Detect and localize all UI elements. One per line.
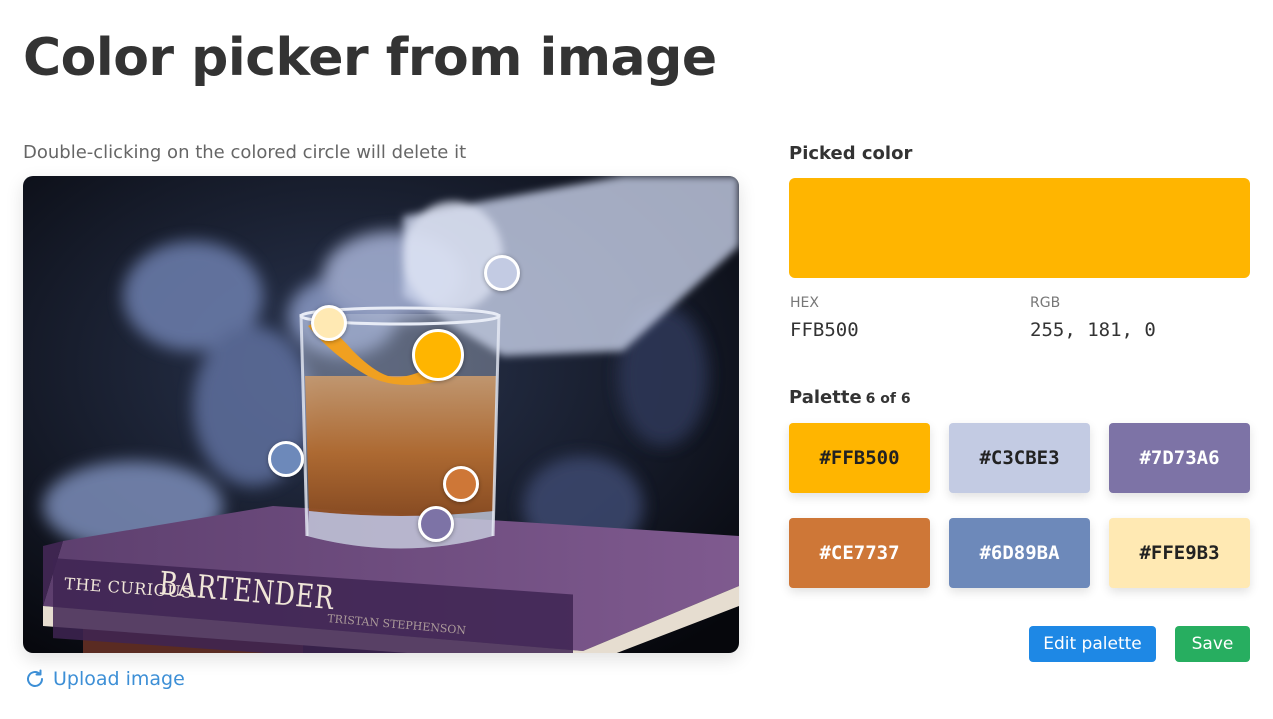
color-picker-handle[interactable] <box>418 506 454 542</box>
save-button[interactable]: Save <box>1175 626 1250 662</box>
palette-swatch[interactable]: #7D73A6 <box>1109 423 1250 493</box>
source-image[interactable]: THE CURIOUS BARTENDER TRISTAN STEPHENSON <box>23 176 739 653</box>
color-picker-handle[interactable] <box>412 329 464 381</box>
upload-image-link[interactable]: Upload image <box>23 667 185 691</box>
palette-count: 6 of 6 <box>865 391 911 407</box>
palette-label: Palette <box>789 387 862 408</box>
refresh-icon <box>27 669 43 687</box>
palette-swatch[interactable]: #FFE9B3 <box>1109 518 1250 588</box>
rgb-value: 255, 181, 0 <box>1030 319 1156 341</box>
delete-hint: Double-clicking on the colored circle wi… <box>23 142 467 163</box>
palette-swatch[interactable]: #FFB500 <box>789 423 930 493</box>
palette-heading: Palette 6 of 6 <box>789 387 911 408</box>
color-picker-handle[interactable] <box>311 305 347 341</box>
picked-color-swatch <box>789 178 1250 278</box>
color-picker-handle[interactable] <box>443 466 479 502</box>
palette-swatch[interactable]: #6D89BA <box>949 518 1090 588</box>
upload-image-label: Upload image <box>53 668 185 690</box>
edit-palette-button[interactable]: Edit palette <box>1029 626 1156 662</box>
color-picker-handle[interactable] <box>484 255 520 291</box>
page-title: Color picker from image <box>23 28 717 88</box>
palette-swatch[interactable]: #C3CBE3 <box>949 423 1090 493</box>
palette-grid: #FFB500 #C3CBE3 #7D73A6 #CE7737 #6D89BA … <box>789 423 1250 588</box>
hex-value: FFB500 <box>790 319 859 341</box>
rgb-label: RGB <box>1030 295 1061 311</box>
color-picker-handle[interactable] <box>268 441 304 477</box>
picked-color-heading: Picked color <box>789 143 913 164</box>
hex-label: HEX <box>790 295 819 311</box>
palette-swatch[interactable]: #CE7737 <box>789 518 930 588</box>
